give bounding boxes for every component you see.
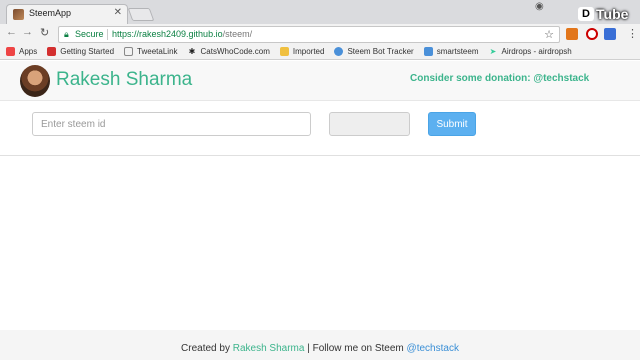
browser-menu-icon[interactable]: ⋮ bbox=[627, 27, 638, 40]
site-navbar: Rakesh Sharma Consider some donation: @t… bbox=[0, 61, 640, 101]
browser-toolbar: ← → ↻ 🔒︎ Secure https://rakesh2409.githu… bbox=[0, 24, 640, 44]
secure-label: Secure bbox=[75, 29, 104, 39]
bookmark-catswhocode[interactable]: ✱ CatsWhoCode.com bbox=[188, 47, 270, 56]
steem-form: Submit bbox=[0, 101, 640, 156]
bookmark-airdrops[interactable]: ➤ Airdrops - airdropsh bbox=[489, 47, 572, 56]
tab-title: SteemApp bbox=[29, 8, 72, 18]
bookmark-getting-started[interactable]: Getting Started bbox=[47, 47, 114, 56]
url-path: /steem/ bbox=[222, 29, 253, 39]
forward-arrow-icon[interactable]: → bbox=[22, 26, 33, 38]
bookmarks-bar: Apps Getting Started TweetaLink ✱ CatsWh… bbox=[0, 44, 640, 60]
red-shield-icon bbox=[47, 47, 57, 56]
footer-prefix: Created by bbox=[181, 343, 233, 354]
donation-text: Consider some donation: @techstack bbox=[410, 73, 590, 84]
user-profile-icon[interactable]: ◉ bbox=[535, 1, 544, 12]
result-box bbox=[329, 112, 410, 136]
smartsteem-icon bbox=[423, 47, 433, 56]
site-brand[interactable]: Rakesh Sharma bbox=[56, 69, 192, 91]
block-extension-icon[interactable] bbox=[586, 28, 598, 40]
bookmark-smartsteem[interactable]: smartsteem bbox=[423, 47, 479, 56]
browser-titlebar: SteemApp ✕ ◉ D Tube bbox=[0, 0, 640, 24]
dtube-watermark: D Tube bbox=[578, 6, 628, 22]
new-extension-icon[interactable] bbox=[604, 28, 616, 40]
close-tab-icon[interactable]: ✕ bbox=[114, 7, 122, 18]
url-text: https://rakesh2409.github.io/steem/ bbox=[112, 29, 252, 39]
bookmark-label: Airdrops - airdropsh bbox=[501, 47, 572, 56]
bookmark-imported[interactable]: Imported bbox=[279, 47, 325, 56]
page-icon bbox=[124, 47, 134, 56]
bookmark-label: Steem Bot Tracker bbox=[347, 47, 414, 56]
site-footer: Created by Rakesh Sharma | Follow me on … bbox=[0, 330, 640, 360]
folder-icon bbox=[279, 47, 289, 56]
apps-grid-icon bbox=[6, 47, 15, 56]
url-host: https://rakesh2409.github.io bbox=[112, 29, 223, 39]
bookmark-label: TweetaLink bbox=[137, 47, 178, 56]
bookmark-tweetalink[interactable]: TweetaLink bbox=[124, 47, 178, 56]
bookmark-label: Apps bbox=[19, 47, 38, 56]
submit-button[interactable]: Submit bbox=[428, 112, 476, 136]
url-separator bbox=[107, 29, 108, 40]
steem-icon bbox=[334, 47, 344, 56]
new-tab-button[interactable] bbox=[127, 8, 155, 21]
bookmark-steem-bot-tracker[interactable]: Steem Bot Tracker bbox=[334, 47, 414, 56]
profile-favicon-icon bbox=[13, 9, 24, 20]
bookmark-label: smartsteem bbox=[436, 47, 479, 56]
reload-icon[interactable]: ↻ bbox=[40, 26, 49, 39]
bookmark-star-icon[interactable]: ☆ bbox=[544, 28, 554, 41]
dtube-wordmark: Tube bbox=[596, 6, 629, 22]
lock-icon: 🔒︎ bbox=[64, 29, 69, 39]
footer-handle-link[interactable]: @techstack bbox=[407, 343, 459, 354]
footer-middle: | Follow me on Steem bbox=[304, 343, 407, 354]
bookmark-label: Getting Started bbox=[60, 47, 115, 56]
steem-id-input[interactable] bbox=[32, 112, 311, 136]
dtube-logo-icon: D bbox=[578, 7, 594, 21]
address-bar[interactable]: 🔒︎ Secure https://rakesh2409.github.io/s… bbox=[58, 26, 560, 43]
bookmark-label: Imported bbox=[292, 47, 325, 56]
paw-icon: ✱ bbox=[188, 47, 196, 56]
leaf-icon: ➤ bbox=[489, 47, 497, 56]
browser-tab[interactable]: SteemApp ✕ bbox=[6, 4, 128, 24]
bookmark-label: CatsWhoCode.com bbox=[200, 47, 270, 56]
bookmark-apps[interactable]: Apps bbox=[6, 47, 37, 56]
back-arrow-icon[interactable]: ← bbox=[6, 26, 17, 38]
avatar bbox=[20, 65, 50, 97]
footer-author-link[interactable]: Rakesh Sharma bbox=[233, 343, 305, 354]
metamask-extension-icon[interactable] bbox=[566, 28, 578, 40]
